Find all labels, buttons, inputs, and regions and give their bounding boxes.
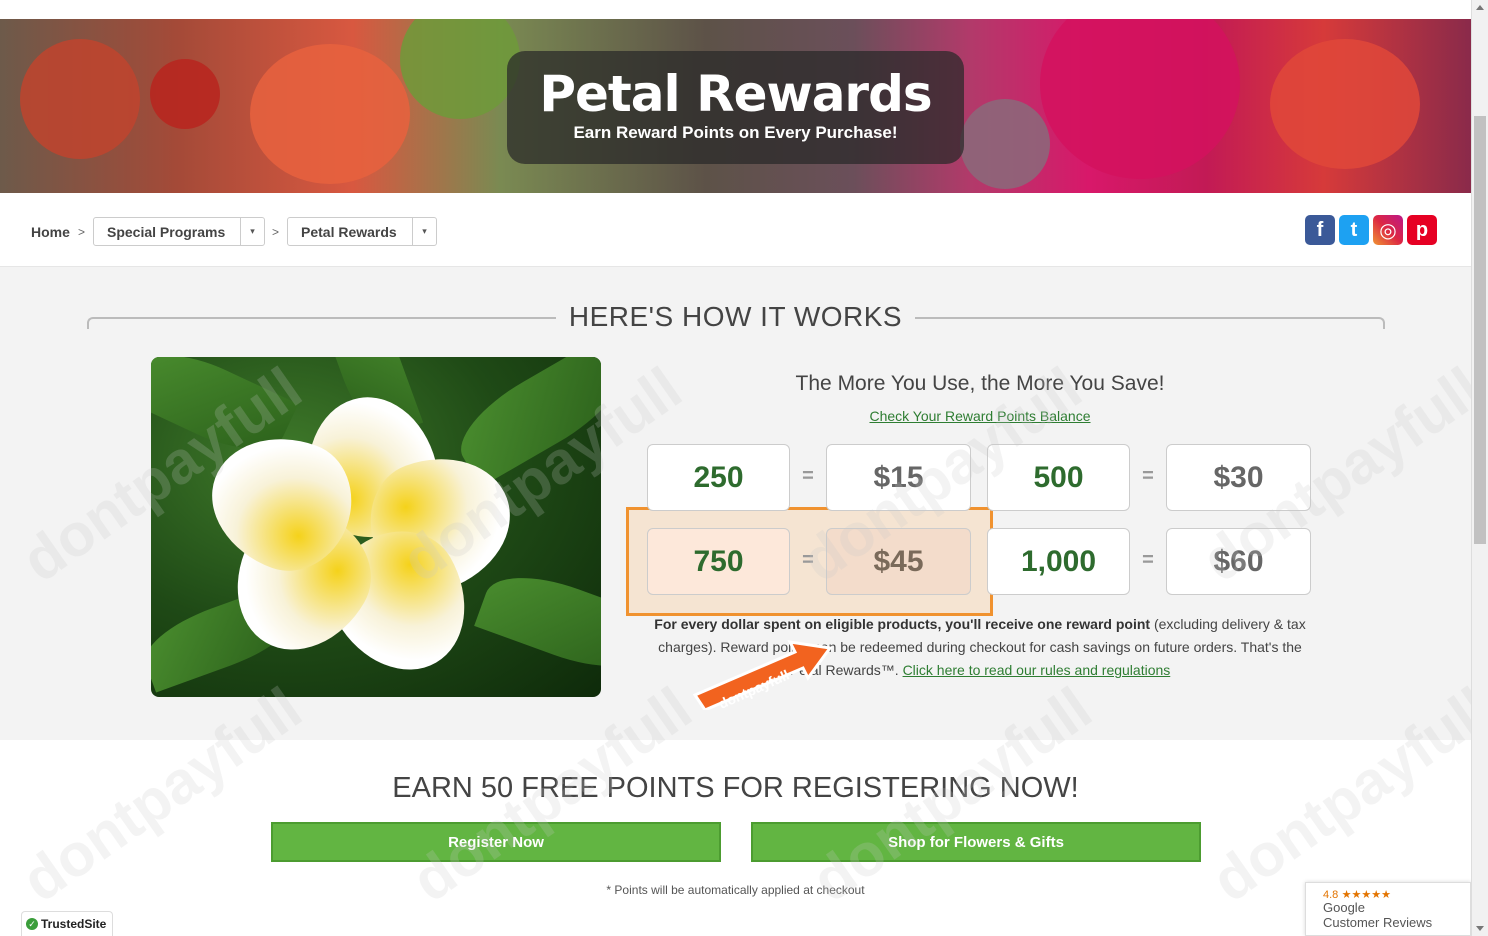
- trustedsite-badge[interactable]: ✓ TrustedSite: [21, 911, 113, 936]
- register-now-button[interactable]: Register Now: [271, 822, 721, 862]
- breadcrumb-separator: >: [272, 225, 280, 239]
- chevron-down-icon[interactable]: ▾: [240, 218, 264, 245]
- breadcrumb-petal-rewards-dropdown[interactable]: Petal Rewards ▾: [287, 217, 437, 246]
- dontpayfull-arrow-badge: dontpayfull: [692, 640, 833, 710]
- register-headline: EARN 50 FREE POINTS FOR REGISTERING NOW!: [392, 772, 1079, 804]
- hero-title-box: Petal Rewards Earn Reward Points on Ever…: [507, 51, 964, 164]
- trustedsite-label: TrustedSite: [41, 917, 107, 931]
- instagram-icon[interactable]: ◎: [1373, 215, 1403, 245]
- how-it-works-title: HERE'S HOW IT WORKS: [568, 301, 903, 332]
- tier-points: 500: [987, 444, 1130, 511]
- equals-sign: =: [802, 465, 814, 487]
- rules-link[interactable]: Click here to read our rules and regulat…: [903, 662, 1171, 678]
- section-divider: [87, 317, 556, 329]
- plumeria-flower-image: [151, 357, 601, 697]
- savings-headline: The More You Use, the More You Save!: [795, 372, 1165, 395]
- twitter-icon[interactable]: t: [1339, 215, 1369, 245]
- hero-banner: Petal Rewards Earn Reward Points on Ever…: [0, 19, 1471, 193]
- equals-sign: =: [802, 549, 814, 571]
- scroll-up-icon[interactable]: [1476, 5, 1484, 10]
- facebook-icon[interactable]: f: [1305, 215, 1335, 245]
- tier-points: 750: [647, 528, 790, 595]
- pinterest-icon[interactable]: p: [1407, 215, 1437, 245]
- breadcrumb-special-programs-dropdown[interactable]: Special Programs ▾: [93, 217, 265, 246]
- breadcrumb: Home > Special Programs ▾ > Petal Reward…: [0, 193, 1471, 267]
- google-reviews-badge[interactable]: 4.8 ★★★★★ Google Customer Reviews: [1305, 882, 1471, 936]
- hero-title: Petal Rewards: [539, 65, 932, 123]
- breadcrumb-home[interactable]: Home: [31, 224, 70, 240]
- check-balance-link[interactable]: Check Your Reward Points Balance: [650, 408, 1310, 424]
- tier-cash: $15: [826, 444, 971, 511]
- checkout-note: * Points will be automatically applied a…: [606, 883, 865, 897]
- scroll-down-icon[interactable]: [1476, 926, 1484, 931]
- tier-cash: $30: [1166, 444, 1311, 511]
- breadcrumb-petal-rewards-label: Petal Rewards: [301, 223, 397, 240]
- check-icon: ✓: [26, 918, 38, 930]
- page-scrollbar[interactable]: [1471, 0, 1488, 936]
- rewards-description-bold: For every dollar spent on eligible produ…: [654, 616, 1151, 632]
- section-divider: [915, 317, 1385, 329]
- tier-points: 250: [647, 444, 790, 511]
- google-label: Google: [1323, 900, 1365, 915]
- hero-subtitle: Earn Reward Points on Every Purchase!: [573, 123, 898, 142]
- scroll-thumb[interactable]: [1474, 116, 1486, 544]
- tier-points: 1,000: [987, 528, 1130, 595]
- breadcrumb-special-programs-label: Special Programs: [107, 223, 226, 240]
- equals-sign: =: [1142, 549, 1154, 571]
- customer-reviews-label: Customer Reviews: [1323, 915, 1433, 930]
- tier-cash: $60: [1166, 528, 1311, 595]
- tier-cash: $45: [826, 528, 971, 595]
- shop-flowers-gifts-button[interactable]: Shop for Flowers & Gifts: [751, 822, 1201, 862]
- top-strip: [0, 0, 1471, 19]
- chevron-down-icon[interactable]: ▾: [412, 218, 436, 245]
- equals-sign: =: [1142, 465, 1154, 487]
- breadcrumb-separator: >: [78, 225, 86, 239]
